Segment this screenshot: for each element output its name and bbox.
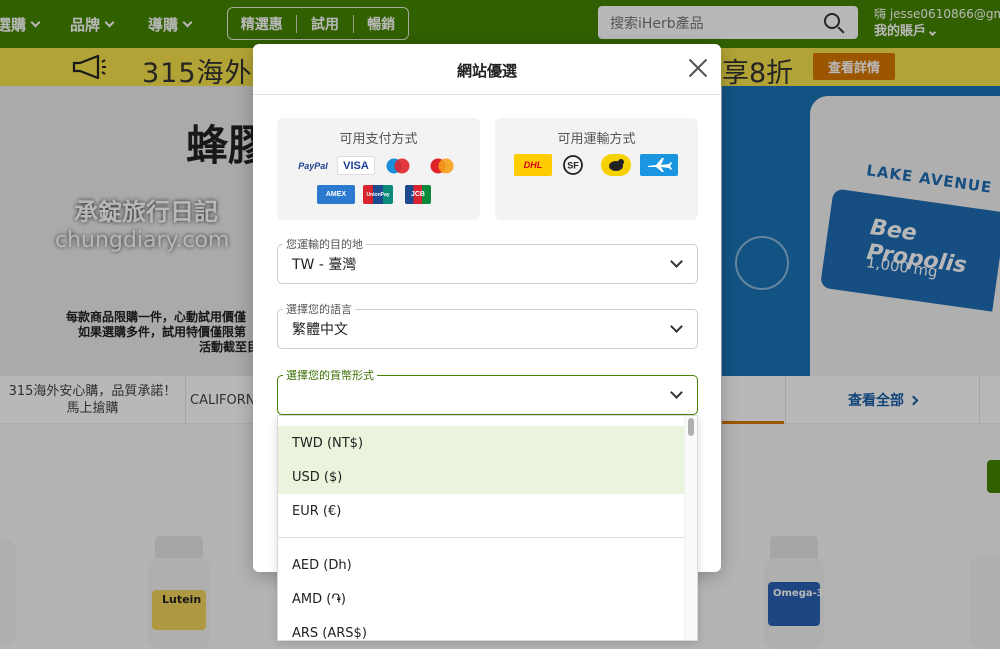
payment-methods-card: 可用支付方式 PayPal VISA AMEX UnionPay JCB bbox=[277, 118, 480, 220]
chevron-down-icon bbox=[670, 255, 683, 268]
mastercard-logo bbox=[427, 156, 457, 175]
language-value: 繁體中文 bbox=[292, 322, 348, 338]
air-freight-logo bbox=[640, 154, 678, 176]
svg-text:SF: SF bbox=[567, 161, 579, 171]
scrollbar[interactable] bbox=[684, 416, 697, 640]
scrollbar-thumb[interactable] bbox=[688, 418, 694, 436]
destination-label: 您運輸的目的地 bbox=[283, 236, 366, 252]
currency-option-ars[interactable]: ARS (ARS$) bbox=[278, 616, 684, 641]
sf-express-logo: SF bbox=[561, 154, 585, 176]
amex-logo: AMEX bbox=[317, 185, 355, 204]
currency-label: 選擇您的貨幣形式 bbox=[283, 367, 377, 383]
payment-methods-title: 可用支付方式 bbox=[339, 132, 418, 147]
destination-value: TW - 臺灣 bbox=[292, 257, 357, 273]
close-icon[interactable] bbox=[686, 56, 710, 80]
unionpay-logo: UnionPay bbox=[363, 185, 393, 204]
chevron-down-icon bbox=[670, 320, 683, 333]
language-label: 選擇您的語言 bbox=[283, 301, 355, 317]
currency-option-aed[interactable]: AED (Dh) bbox=[278, 548, 684, 582]
divider bbox=[278, 537, 684, 538]
yamato-logo bbox=[601, 154, 631, 176]
dhl-logo: DHL bbox=[514, 154, 552, 176]
currency-option-usd[interactable]: USD ($) bbox=[278, 460, 684, 494]
visa-logo: VISA bbox=[337, 156, 375, 175]
currency-option-amd[interactable]: AMD (֏) bbox=[278, 582, 684, 616]
currency-option-eur[interactable]: EUR (€) bbox=[278, 494, 684, 528]
currency-option-twd[interactable]: TWD (NT$) bbox=[278, 426, 684, 460]
modal-title: 網站優選 bbox=[456, 62, 517, 80]
maestro-logo bbox=[383, 156, 413, 175]
divider bbox=[253, 94, 721, 95]
chevron-down-icon bbox=[670, 386, 683, 399]
currency-dropdown-list: TWD (NT$) USD ($) EUR (€) AED (Dh) AMD (… bbox=[277, 415, 698, 641]
jcb-logo: JCB bbox=[405, 185, 431, 204]
paypal-logo: PayPal bbox=[298, 160, 328, 171]
shipping-methods-title: 可用運輸方式 bbox=[557, 132, 636, 147]
shipping-methods-card: 可用運輸方式 DHL SF bbox=[495, 118, 698, 220]
